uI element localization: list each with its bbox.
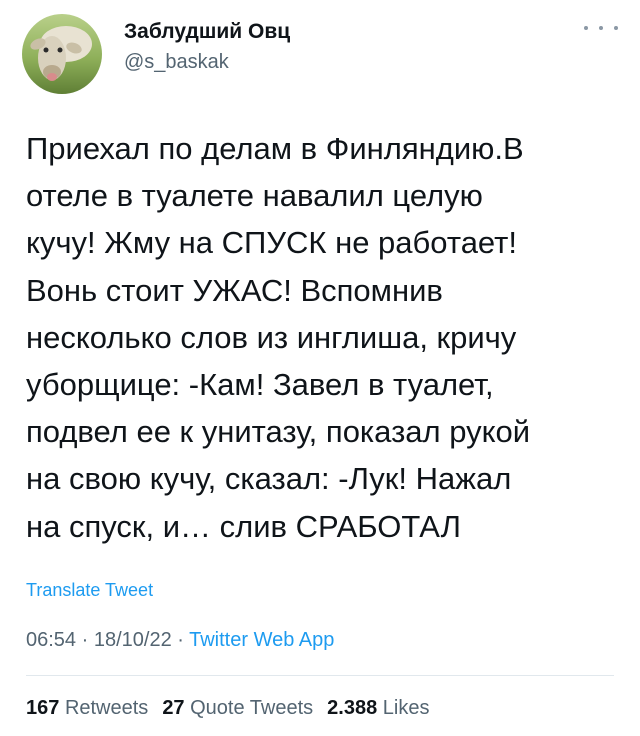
- display-name[interactable]: Заблудший Овц: [124, 20, 290, 44]
- tweet-text: Приехал по делам в Финляндию.В отеле в т…: [26, 125, 626, 550]
- likes-stat[interactable]: 2.388 Likes: [327, 697, 429, 719]
- quote-tweets-count: 27: [162, 697, 185, 719]
- tweet-stats: 167 Retweets 27 Quote Tweets 2.388 Likes: [26, 697, 444, 720]
- quote-tweets-stat[interactable]: 27 Quote Tweets: [162, 697, 313, 719]
- retweets-count: 167: [26, 697, 60, 719]
- tweet-date[interactable]: 18/10/22: [94, 629, 172, 651]
- tweet-text-line: подвел ее к унитазу, показал рукой: [26, 414, 531, 450]
- quote-tweets-label: Quote Tweets: [190, 697, 314, 719]
- ellipsis-dot: [599, 26, 603, 30]
- tweet-text-line: уборщице: -Кам! Завел в туалет,: [26, 367, 494, 403]
- meta-separator: ·: [76, 629, 94, 651]
- retweets-stat[interactable]: 167 Retweets: [26, 697, 148, 719]
- ellipsis-icon[interactable]: [584, 18, 618, 38]
- tweet-source-link[interactable]: Twitter Web App: [189, 629, 334, 651]
- tweet-metadata: 06:54 · 18/10/22 · Twitter Web App: [26, 629, 334, 652]
- tweet-text-line: на спуск, и… слив СРАБОТАЛ: [26, 508, 461, 544]
- tweet-text-line: отеле в туалете навалил целую: [26, 178, 483, 214]
- tweet-text-line: несколько слов из инглиша, кричу: [26, 319, 517, 355]
- likes-count: 2.388: [327, 697, 378, 719]
- sheep-avatar[interactable]: [22, 14, 102, 94]
- meta-separator: ·: [171, 629, 190, 651]
- divider: [26, 675, 614, 676]
- translate-tweet-link[interactable]: Translate Tweet: [26, 580, 153, 601]
- tweet-text-line: Приехал по делам в Финляндию.В: [26, 131, 524, 166]
- tweet-text-line: на свою кучу, сказал: -Лук! Нажал: [26, 461, 512, 497]
- sheep-avatar-image: [22, 14, 102, 94]
- tweet-text-line: кучу! Жму на СПУСК не работает!: [26, 225, 517, 261]
- tweet-card: Заблудший Овц @s_baskak Приехал по делам…: [0, 0, 640, 736]
- retweets-label: Retweets: [64, 697, 149, 719]
- tweet-text-line: Вонь стоит УЖАС! Вспомнив: [26, 272, 443, 308]
- user-handle[interactable]: @s_baskak: [124, 51, 229, 74]
- tweet-time[interactable]: 06:54: [26, 629, 76, 651]
- likes-label: Likes: [382, 697, 430, 719]
- ellipsis-dot: [614, 26, 618, 30]
- ellipsis-dot: [584, 26, 588, 30]
